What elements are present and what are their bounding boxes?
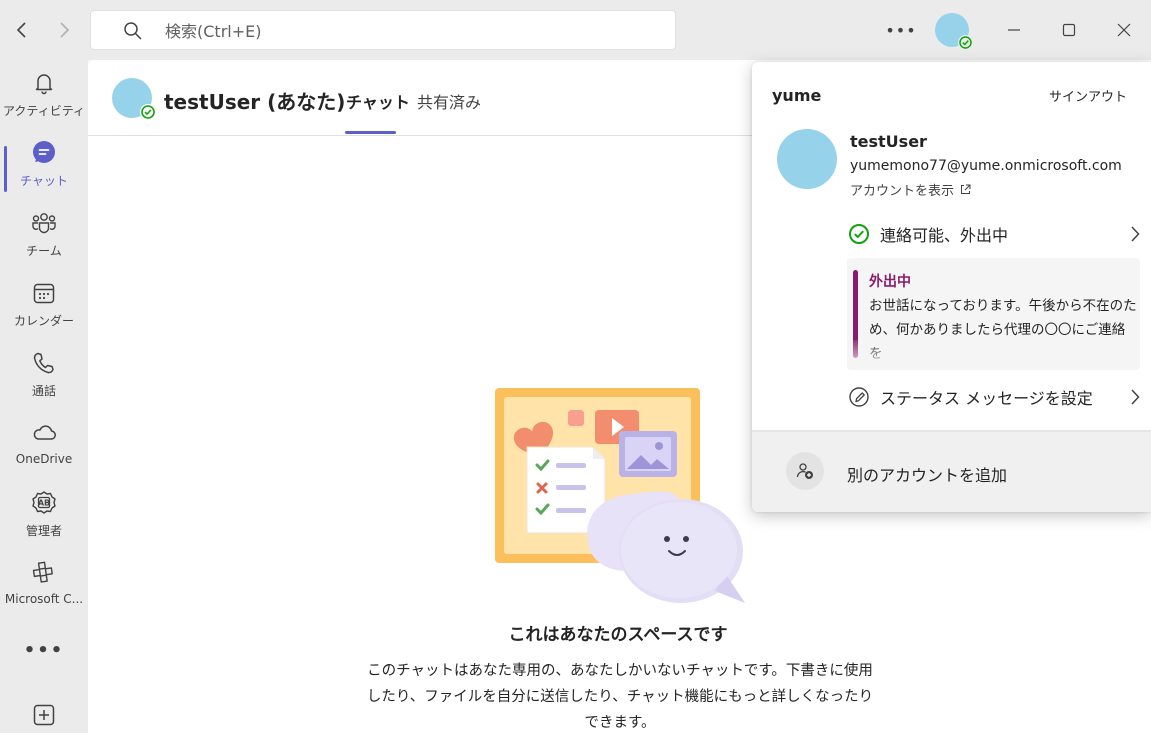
svg-text:AB: AB	[38, 499, 50, 508]
presence-available-icon	[849, 224, 869, 244]
rail-item-onedrive[interactable]: OneDrive	[0, 412, 88, 476]
add-account-label: 別のアカウントを追加	[847, 466, 1008, 485]
close-button[interactable]	[1110, 16, 1138, 44]
rail-item-activity[interactable]: アクティビティ	[0, 62, 88, 126]
bell-icon	[31, 70, 57, 96]
chevron-left-icon	[16, 22, 26, 38]
presence-status-button[interactable]: 連絡可能、外出中	[848, 219, 1140, 249]
external-link-icon	[961, 184, 971, 194]
rail-item-calls[interactable]: 通話	[0, 342, 88, 406]
user-email: yumemono77@yume.onmicrosoft.com	[850, 158, 1122, 174]
rail-item-teams[interactable]: チーム	[0, 202, 88, 266]
ooo-fade	[847, 340, 1140, 370]
add-account-button[interactable]: 別のアカウントを追加	[752, 432, 1151, 512]
more-apps-button[interactable]: •••	[0, 640, 88, 670]
user-name: testUser	[850, 132, 927, 151]
rail-label: アクティビティ	[3, 104, 85, 118]
rail-label: チャット	[20, 174, 68, 188]
rail-item-admin[interactable]: AB 管理者	[0, 482, 88, 546]
more-options-button[interactable]: •••	[885, 18, 915, 42]
minimize-icon	[1008, 29, 1020, 31]
search-icon	[124, 22, 142, 40]
minimize-button[interactable]	[1000, 16, 1028, 44]
chevron-right-icon	[60, 22, 70, 38]
calendar-icon	[31, 280, 57, 306]
out-of-office-message[interactable]: 外出中 お世話になっております。午後から不在のため、何かありましたら代理の〇〇に…	[847, 258, 1140, 370]
close-icon	[1117, 23, 1131, 37]
set-status-message-label: ステータス メッセージを設定	[880, 389, 1093, 408]
rail-item-calendar[interactable]: カレンダー	[0, 272, 88, 336]
avatar[interactable]	[777, 129, 837, 189]
rail-label: OneDrive	[15, 452, 73, 466]
rail-label: Microsoft C...	[4, 592, 84, 606]
active-tab-indicator	[345, 131, 396, 134]
presence-status-label: 連絡可能、外出中	[880, 226, 1009, 245]
view-account-link[interactable]: アカウントを表示	[850, 180, 971, 199]
rail-label: カレンダー	[13, 314, 74, 328]
personal-space-illustration	[495, 388, 745, 603]
chat-title: testUser (あなた)	[164, 90, 346, 114]
rail-label: 通話	[31, 384, 56, 398]
avatar[interactable]	[112, 78, 156, 120]
ooo-title: 外出中	[869, 274, 911, 290]
chat-icon	[31, 140, 57, 166]
tenant-name: yume	[772, 86, 822, 105]
presence-available-icon	[958, 35, 973, 50]
set-status-message-button[interactable]: ステータス メッセージを設定	[848, 382, 1140, 412]
title-bar: •••	[0, 0, 1151, 60]
account-flyout: yume サインアウト testUser yumemono77@yume.onm…	[752, 62, 1151, 512]
view-account-label: アカウントを表示	[850, 184, 955, 199]
phone-icon	[31, 350, 57, 376]
sign-out-link[interactable]: サインアウト	[1049, 86, 1127, 105]
maximize-button[interactable]	[1055, 16, 1083, 44]
chevron-right-icon	[1131, 226, 1140, 242]
tab-chat[interactable]: チャット	[346, 89, 410, 113]
tab-shared[interactable]: 共有済み	[417, 89, 481, 113]
empty-state-description: このチャットはあなた専用の、あなたしかいないチャットです。下書きに使用したり、フ…	[366, 663, 874, 731]
rail-label: チーム	[26, 244, 62, 258]
back-button[interactable]	[10, 18, 34, 42]
chevron-right-icon	[1131, 389, 1140, 405]
rail-label: 管理者	[25, 524, 62, 538]
rail-item-chat[interactable]: チャット	[0, 132, 88, 196]
app-rail: アクティビティ チャット チーム カレンダー 通話 OneDrive AB 管理…	[0, 60, 88, 733]
maximize-icon	[1062, 23, 1076, 37]
add-app-icon[interactable]	[33, 704, 55, 726]
teams-people-icon	[31, 210, 57, 236]
add-person-icon	[786, 452, 824, 490]
profile-avatar-button[interactable]	[935, 13, 973, 50]
edit-status-icon	[849, 387, 869, 407]
empty-state-title: これはあなたのスペースです	[508, 625, 728, 645]
rail-item-microsoft-copilot[interactable]: Microsoft C...	[0, 552, 88, 616]
apps-cube-icon	[31, 560, 57, 586]
presence-available-icon	[140, 104, 156, 120]
admin-gear-icon: AB	[31, 490, 57, 516]
cloud-icon	[31, 420, 57, 446]
search-box[interactable]	[90, 10, 676, 50]
forward-button[interactable]	[52, 18, 76, 42]
search-input[interactable]	[165, 19, 645, 43]
